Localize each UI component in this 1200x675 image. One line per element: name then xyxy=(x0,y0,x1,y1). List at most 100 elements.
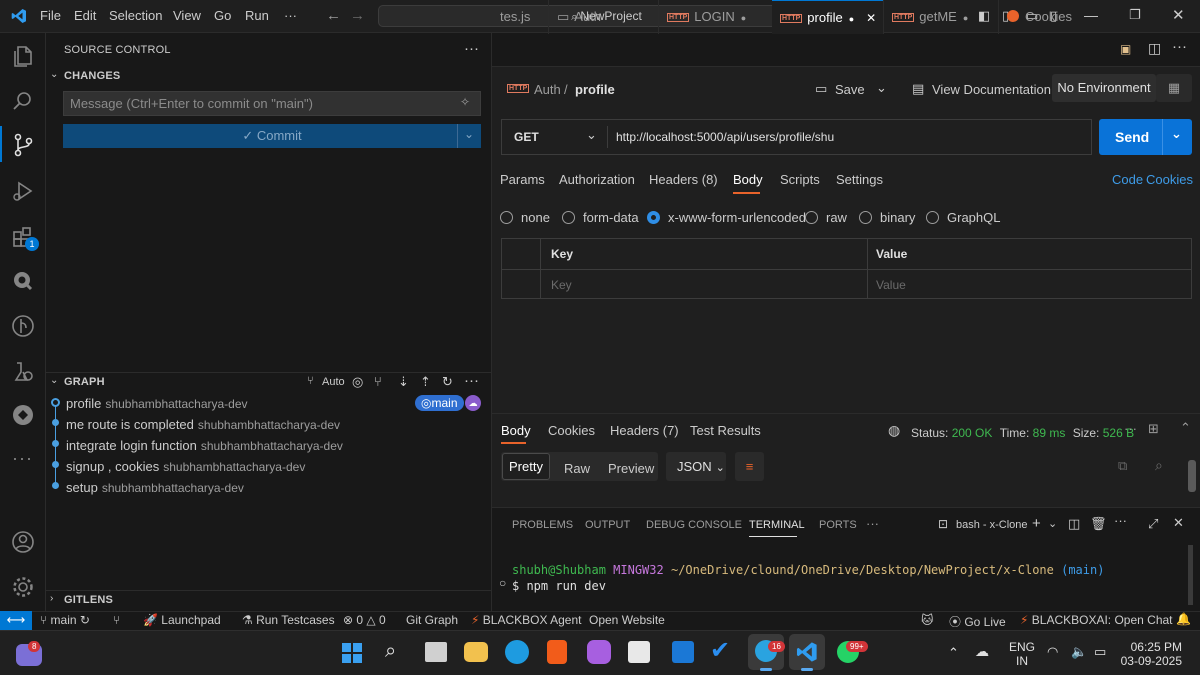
wifi-icon[interactable]: ◠ xyxy=(1047,644,1058,660)
postman-icon[interactable] xyxy=(10,268,36,294)
radio-raw[interactable]: raw xyxy=(805,210,847,225)
language-indicator[interactable]: ENG IN xyxy=(1009,640,1035,668)
explorer-icon[interactable] xyxy=(10,43,36,69)
layout-toggle-icon[interactable]: ⊞ xyxy=(1148,421,1159,437)
tab-settings[interactable]: Settings xyxy=(836,172,883,187)
restore-icon[interactable]: ❐ xyxy=(1129,7,1141,23)
gitlens-section-header[interactable]: GITLENS xyxy=(64,594,113,606)
tab-getme[interactable]: HTTP getME ● xyxy=(883,0,998,34)
tab-params[interactable]: Params xyxy=(500,172,545,187)
graph-commit-row[interactable]: signup , cookies shubhambhattacharya-dev xyxy=(66,459,305,474)
environment-selector[interactable]: No Environment xyxy=(1052,74,1156,102)
value-input[interactable]: Value xyxy=(876,278,906,292)
commit-message-input[interactable]: Message (Ctrl+Enter to commit on "main") xyxy=(63,91,481,116)
tab-auth[interactable]: ▭ Auth xyxy=(548,0,658,34)
copilot-status-icon[interactable]: 🐱 xyxy=(921,613,934,627)
graph-commit-row[interactable]: setup shubhambhattacharya-dev xyxy=(66,480,244,495)
run-testcases-status[interactable]: ⚗ Run Testcases xyxy=(242,613,335,627)
terminal-instance-name[interactable]: bash - x-Clone xyxy=(956,519,1028,531)
graph-commit-row[interactable]: integrate login function shubhambhattacha… xyxy=(66,438,343,453)
menu-view[interactable]: View xyxy=(173,8,201,23)
graph-auto-toggle[interactable]: Auto xyxy=(322,376,345,388)
key-input[interactable]: Key xyxy=(551,278,572,292)
radio-urlencoded[interactable]: x-www-form-urlencoded xyxy=(647,210,806,225)
target-icon[interactable]: ◎ xyxy=(352,374,363,390)
testing-icon[interactable] xyxy=(10,358,36,384)
commit-button[interactable]: ✓ Commit xyxy=(63,124,481,148)
send-button[interactable]: Send xyxy=(1115,129,1149,145)
tab-profile[interactable]: HTTP profile ● ✕ xyxy=(772,0,883,34)
view-preview-button[interactable]: Preview xyxy=(608,461,654,476)
tab-cookies[interactable]: Cookies xyxy=(998,0,1108,34)
search-response-icon[interactable]: ⌕ xyxy=(1155,457,1163,474)
task-view-icon[interactable] xyxy=(425,642,447,662)
chevron-down-icon[interactable]: ⌄ xyxy=(50,69,58,80)
close-icon[interactable]: ✕ xyxy=(1172,6,1185,24)
panel-tab-problems[interactable]: PROBLEMS xyxy=(512,519,573,531)
run-debug-icon[interactable] xyxy=(10,178,36,204)
blackbox-chat-status[interactable]: ⚡ BLACKBOXAI: Open Chat xyxy=(1020,613,1173,627)
response-more-icon[interactable]: ··· xyxy=(1124,421,1137,436)
notifications-bell-icon[interactable]: 🔔 xyxy=(1176,612,1191,626)
tab-body[interactable]: Body xyxy=(733,172,763,187)
cookies-link[interactable]: Cookies xyxy=(1146,172,1193,187)
branch-status[interactable]: ⑂ main ↻ xyxy=(40,613,90,627)
todo-check-icon[interactable]: ✔ xyxy=(710,636,730,665)
response-tab-body[interactable]: Body xyxy=(501,423,531,438)
panel-tab-ports[interactable]: PORTS xyxy=(819,519,857,531)
radio-none[interactable]: none xyxy=(500,210,550,225)
preview-icon[interactable]: ▣ xyxy=(1120,42,1131,56)
problems-status[interactable]: ⊗ 0 △ 0 xyxy=(343,613,386,627)
more-icon[interactable]: ··· xyxy=(12,448,33,469)
brave-icon[interactable] xyxy=(547,640,567,664)
tab-headers[interactable]: Headers (8) xyxy=(649,172,718,187)
menu-selection[interactable]: Selection xyxy=(109,8,162,23)
trash-icon[interactable]: 🗑 xyxy=(1090,516,1107,532)
forward-arrow-icon[interactable]: → xyxy=(350,7,365,24)
generate-message-sparkle-icon[interactable]: ✧ xyxy=(460,95,470,109)
method-chevron-down-icon[interactable]: ⌄ xyxy=(586,127,597,143)
source-control-icon[interactable] xyxy=(10,132,36,158)
menu-file[interactable]: File xyxy=(40,8,61,23)
copilot-app-icon[interactable] xyxy=(587,640,611,664)
send-dropdown-chevron-icon[interactable]: ⌄ xyxy=(1171,126,1182,142)
terminal-dropdown-chevron-icon[interactable]: ⌄ xyxy=(1048,517,1057,530)
graph-branch-icon[interactable]: ⑂ xyxy=(307,375,314,387)
save-button[interactable]: Save xyxy=(835,82,865,97)
graph-more-icon[interactable]: ··· xyxy=(464,372,479,389)
terminal-scrollbar[interactable] xyxy=(1188,545,1193,605)
response-tab-headers[interactable]: Headers (7) xyxy=(610,423,679,438)
view-pretty-button[interactable]: Pretty xyxy=(502,453,550,480)
code-link[interactable]: Code xyxy=(1112,172,1143,187)
menu-run[interactable]: Run xyxy=(245,8,269,23)
windows-start-icon[interactable] xyxy=(341,642,363,664)
format-select[interactable]: JSON ⌄ xyxy=(666,452,726,481)
file-explorer-icon[interactable] xyxy=(464,642,488,662)
method-select[interactable]: GET xyxy=(514,130,539,144)
store-icon[interactable] xyxy=(628,641,650,663)
graph-chevron-down-icon[interactable]: ⌄ xyxy=(50,375,58,386)
split-terminal-icon[interactable]: ◫ xyxy=(1068,516,1080,532)
commit-dropdown-chevron-icon[interactable]: ⌄ xyxy=(464,127,474,141)
view-documentation-button[interactable]: View Documentation xyxy=(932,82,1051,97)
graph-section-header[interactable]: GRAPH xyxy=(64,376,105,388)
refresh-icon[interactable]: ↻ xyxy=(442,374,453,390)
split-editor-icon[interactable]: ◫ xyxy=(1148,40,1161,57)
battery-icon[interactable]: ▭ xyxy=(1094,644,1106,660)
tab-login[interactable]: HTTP LOGIN ● xyxy=(658,0,772,34)
git-graph-status[interactable]: Git Graph xyxy=(406,613,458,627)
launchpad-status[interactable]: 🚀 Launchpad xyxy=(143,613,221,627)
view-raw-button[interactable]: Raw xyxy=(564,461,590,476)
panel-tab-debug-console[interactable]: DEBUG CONSOLE xyxy=(646,519,742,531)
radio-binary[interactable]: binary xyxy=(859,210,915,225)
changes-section-header[interactable]: CHANGES xyxy=(64,70,120,82)
outlook-icon[interactable] xyxy=(672,641,694,663)
beautify-icon[interactable]: ≡ xyxy=(735,452,764,481)
sidebar-more-icon[interactable]: ··· xyxy=(464,40,479,57)
editor-more-icon[interactable]: ··· xyxy=(1172,38,1187,55)
radio-form-data[interactable]: form-data xyxy=(562,210,639,225)
show-hidden-icons-chevron-icon[interactable]: ⌃ xyxy=(948,645,959,661)
menu-go[interactable]: Go xyxy=(214,8,231,23)
copy-icon[interactable]: ⧉ xyxy=(1118,458,1127,474)
maximize-panel-icon[interactable]: ⤢ xyxy=(1148,516,1158,532)
